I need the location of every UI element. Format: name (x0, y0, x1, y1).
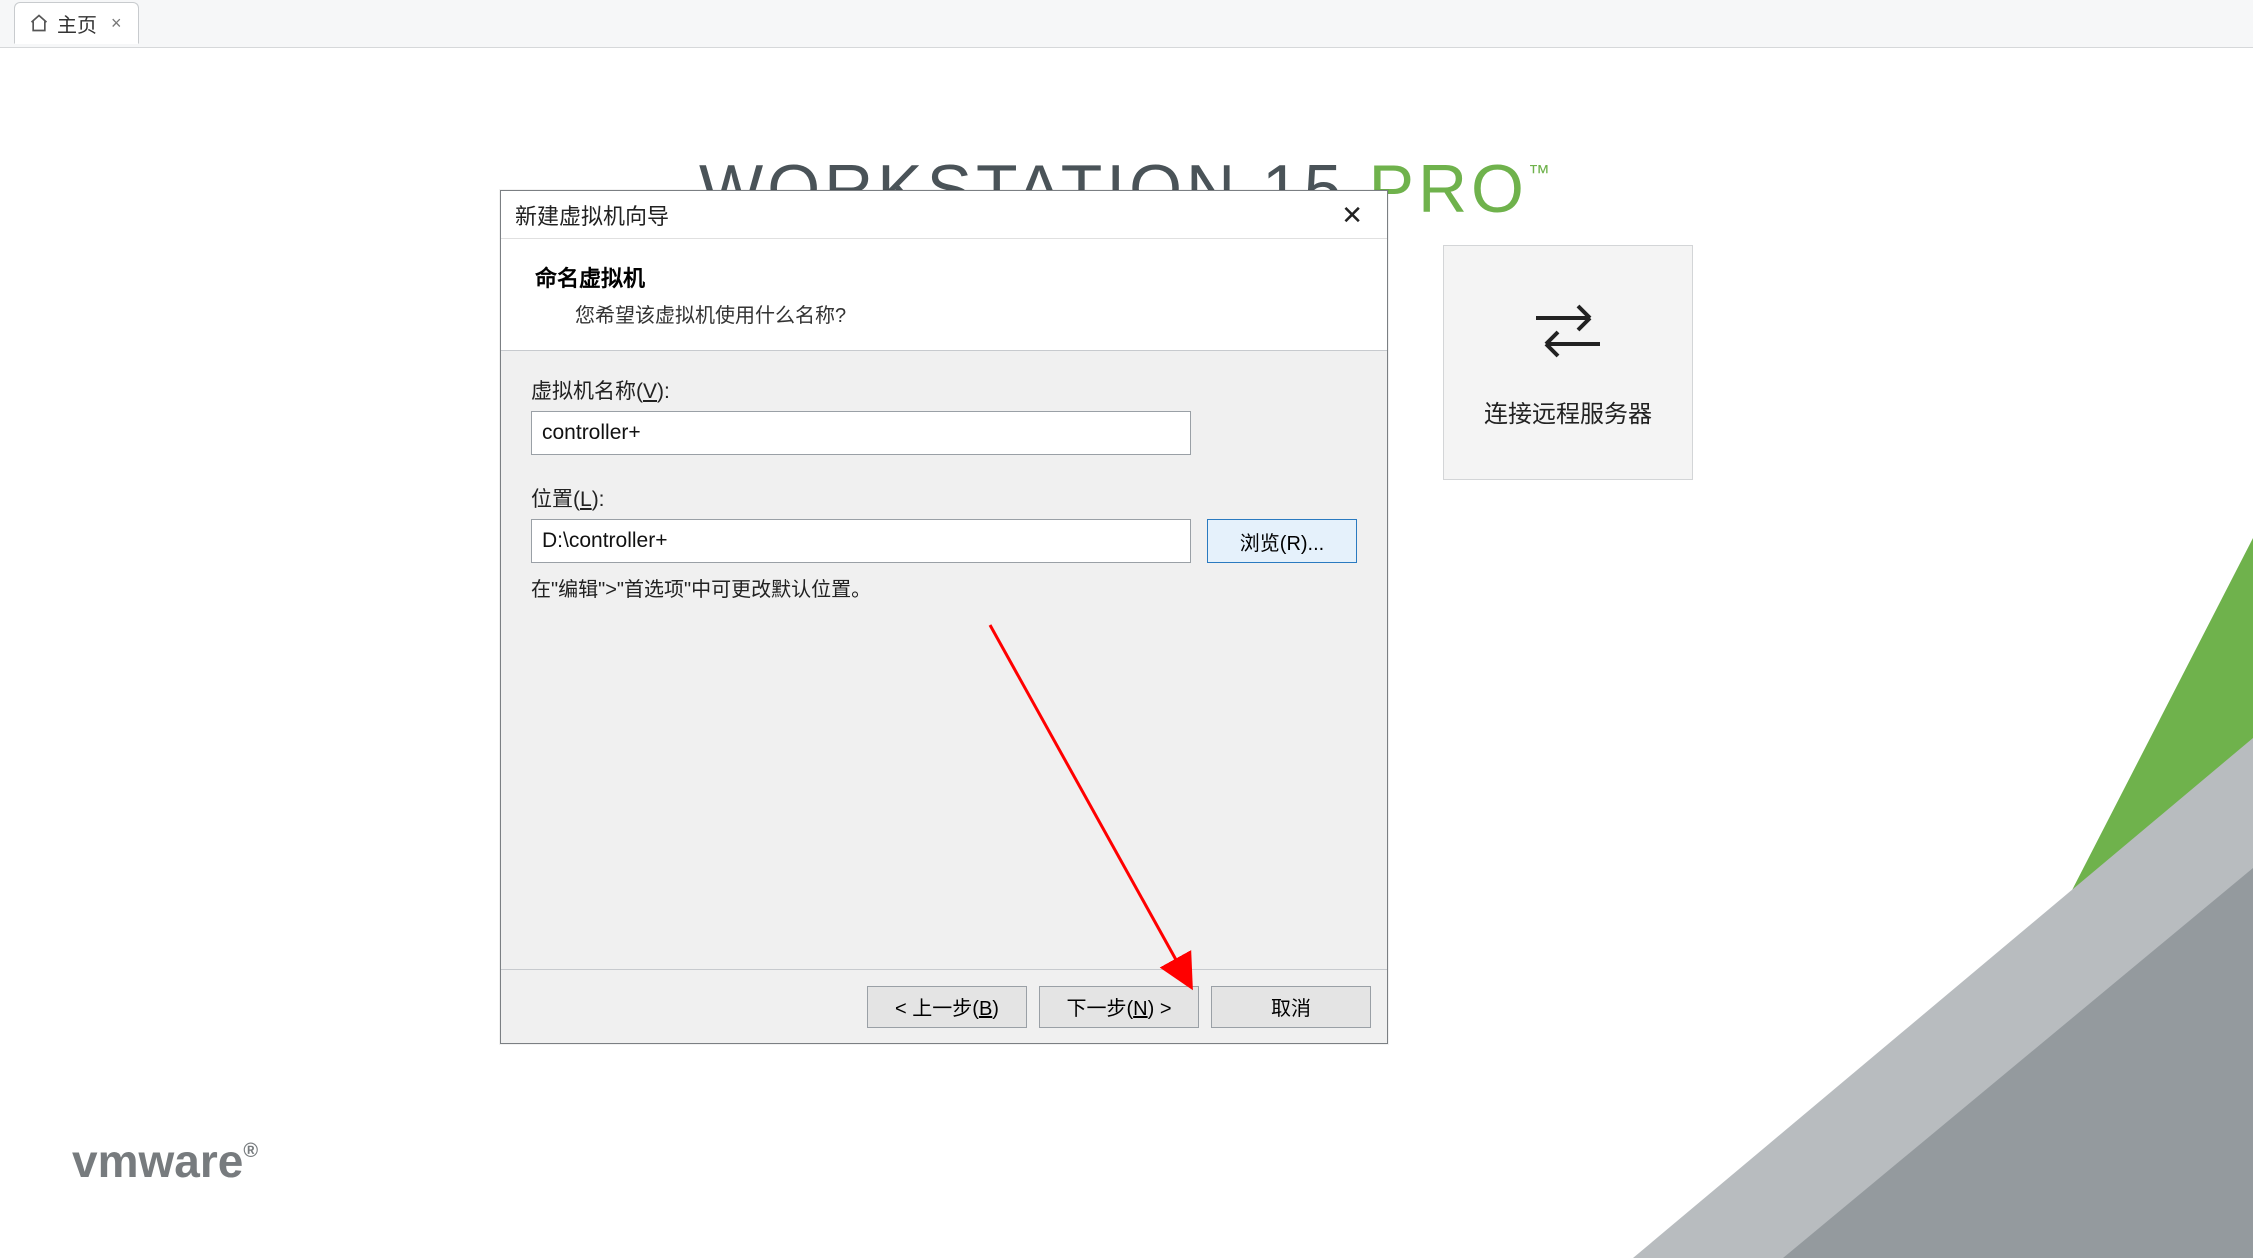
back-post: ) (992, 998, 999, 1020)
browse-u: R (1286, 533, 1300, 555)
back-button[interactable]: < 上一步(B) (867, 986, 1027, 1028)
vm-loc-label-pre: 位置( (531, 488, 580, 511)
vm-location-input[interactable] (531, 519, 1191, 563)
product-title-pro: PRO (1369, 151, 1528, 227)
wizard-titlebar: 新建虚拟机向导 ✕ (501, 191, 1387, 239)
tab-home[interactable]: 主页 × (14, 2, 139, 44)
vm-name-label-post: ): (657, 380, 670, 403)
wizard-subheading: 您希望该虚拟机使用什么名称? (535, 299, 1353, 328)
card-remote-label: 连接远程服务器 (1484, 394, 1652, 429)
tab-close-icon[interactable]: × (111, 13, 122, 34)
vm-name-input[interactable] (531, 411, 1191, 455)
vm-name-label: 虚拟机名称(V): (531, 375, 1357, 405)
decor-triangle-grey-front (1783, 868, 2253, 1258)
back-u: B (979, 998, 992, 1020)
location-hint: 在"编辑">"首选项"中可更改默认位置。 (531, 573, 1357, 602)
vm-loc-label-u: L (580, 488, 592, 511)
back-pre: < 上一步( (895, 998, 979, 1020)
tab-strip: 主页 × (0, 0, 2253, 48)
vmware-logo-text: vmware (72, 1135, 243, 1187)
product-title-tm: ™ (1528, 160, 1554, 185)
next-u: N (1133, 998, 1147, 1020)
vm-loc-label-post: ): (592, 488, 605, 511)
new-vm-wizard-dialog: 新建虚拟机向导 ✕ 命名虚拟机 您希望该虚拟机使用什么名称? 虚拟机名称(V):… (500, 190, 1388, 1044)
wizard-title: 新建虚拟机向导 (515, 199, 669, 231)
cancel-button[interactable]: 取消 (1211, 986, 1371, 1028)
wizard-header: 命名虚拟机 您希望该虚拟机使用什么名称? (501, 239, 1387, 350)
next-pre: 下一步( (1066, 998, 1133, 1020)
browse-post: )... (1301, 533, 1324, 555)
transfer-icon (1528, 296, 1608, 366)
card-connect-remote[interactable]: 连接远程服务器 (1443, 245, 1693, 480)
wizard-footer: < 上一步(B) 下一步(N) > 取消 (501, 969, 1387, 1043)
cancel-label: 取消 (1271, 998, 1311, 1020)
next-post: ) > (1148, 998, 1172, 1020)
close-icon[interactable]: ✕ (1331, 198, 1373, 232)
wizard-body: 虚拟机名称(V): 位置(L): 浏览(R)... 在"编辑">"首选项"中可更… (501, 351, 1387, 969)
home-icon (29, 13, 49, 33)
browse-pre: 浏览( (1240, 533, 1287, 555)
vmware-logo-reg: ® (243, 1140, 258, 1162)
browse-button[interactable]: 浏览(R)... (1207, 519, 1357, 563)
tab-home-label: 主页 (57, 9, 97, 38)
next-button[interactable]: 下一步(N) > (1039, 986, 1199, 1028)
vm-name-label-u: V (643, 380, 657, 403)
wizard-heading: 命名虚拟机 (535, 261, 1353, 293)
vm-name-label-pre: 虚拟机名称( (531, 380, 643, 403)
vm-location-label: 位置(L): (531, 483, 1357, 513)
vmware-logo: vmware® (72, 1134, 258, 1188)
